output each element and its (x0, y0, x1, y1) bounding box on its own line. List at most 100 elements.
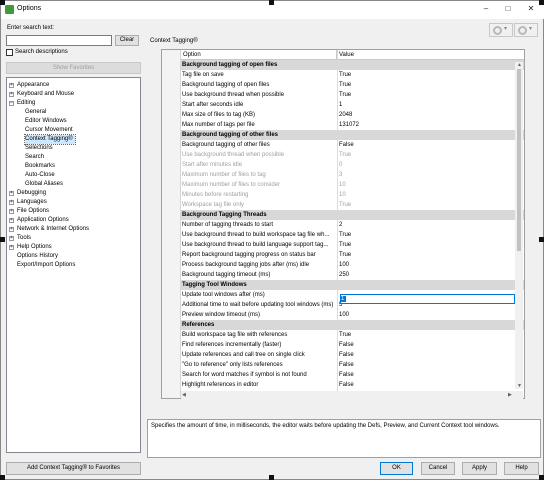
grid-row[interactable]: Search for word matches if symbol is not… (181, 370, 524, 380)
resize-handle[interactable] (0, 0, 5, 5)
scroll-up-arrow[interactable]: ▲ (517, 62, 522, 68)
option-value[interactable]: True (339, 150, 514, 160)
clear-button[interactable]: Clear (115, 35, 139, 46)
grid-row[interactable]: Start after seconds idle 1 (181, 100, 524, 110)
grid-row[interactable]: Minutes before restarting 10 (181, 190, 524, 200)
tree-item[interactable]: Search (25, 153, 44, 162)
option-value[interactable]: True (339, 250, 514, 260)
option-value[interactable]: True (339, 240, 514, 250)
options-tree[interactable]: + Appearance + Keyboard and Mouse – Editing Ge… (6, 77, 141, 453)
tree-item[interactable]: + Help Options (9, 243, 52, 252)
tree-item[interactable]: Context Tagging® (24, 134, 76, 145)
option-value[interactable]: True (339, 200, 514, 210)
minimize-button[interactable]: – (475, 2, 497, 16)
options-grid[interactable]: Option Value Background tagging of open … (161, 49, 525, 399)
tree-item[interactable]: + Keyboard and Mouse (9, 90, 74, 99)
grid-row[interactable]: Use background thread to build language … (181, 240, 524, 250)
tree-item[interactable]: Selections (25, 144, 53, 153)
tree-item[interactable]: + File Options (9, 207, 49, 216)
resize-handle[interactable] (539, 237, 544, 242)
grid-row[interactable]: Background tagging of other files False (181, 140, 524, 150)
grid-row[interactable]: Maximum number of files to consider 10 (181, 180, 524, 190)
expander-icon[interactable]: + (9, 227, 14, 232)
column-header-value[interactable]: Value (338, 50, 524, 60)
grid-row[interactable]: Max size of files to tag (KB) 2048 (181, 110, 524, 120)
settings-button[interactable]: ▾ (514, 23, 538, 37)
cancel-button[interactable]: Cancel (421, 462, 455, 475)
value-editor-input[interactable] (340, 294, 515, 304)
option-value[interactable]: 131072 (339, 120, 514, 130)
scroll-left-arrow[interactable]: ◀ (182, 392, 186, 398)
grid-row[interactable]: Tag file on save True (181, 70, 524, 80)
expander-icon[interactable]: + (9, 92, 14, 97)
tree-item[interactable]: Export/Import Options (9, 261, 75, 270)
resize-handle[interactable] (539, 475, 544, 480)
grid-row[interactable]: Background tagging of open files True (181, 80, 524, 90)
help-button[interactable]: Help (504, 462, 539, 475)
scroll-right-arrow[interactable]: ▶ (508, 392, 512, 398)
option-value[interactable]: 10 (339, 180, 514, 190)
grid-section-header[interactable]: Background tagging of open files (181, 60, 524, 70)
tree-item[interactable]: + Debugging (9, 189, 46, 198)
ok-button[interactable]: OK (380, 462, 413, 475)
tree-item[interactable]: Global Aliases (25, 180, 63, 189)
column-header-option[interactable]: Option (181, 50, 337, 60)
grid-row[interactable]: Update references and call tree on singl… (181, 350, 524, 360)
resize-handle[interactable] (0, 475, 5, 480)
resize-handle[interactable] (269, 0, 274, 5)
option-value[interactable]: True (339, 80, 514, 90)
option-value[interactable]: 3 (339, 170, 514, 180)
option-value[interactable]: False (339, 370, 514, 380)
tree-item[interactable]: General (25, 108, 46, 117)
apply-button[interactable]: Apply (462, 462, 497, 475)
grid-row[interactable]: Highlight references in editor False (181, 380, 524, 390)
option-value[interactable]: 100 (339, 260, 514, 270)
grid-row[interactable]: Process background tagging jobs after (m… (181, 260, 524, 270)
grid-row[interactable]: Report background tagging progress on st… (181, 250, 524, 260)
show-favorites-button[interactable]: Show Favorites (6, 62, 141, 74)
tree-item[interactable]: + Languages (9, 198, 47, 207)
grid-section-header[interactable]: Background tagging of other files (181, 130, 524, 140)
grid-row[interactable]: Background tagging timeout (ms) 250 (181, 270, 524, 280)
scroll-down-arrow[interactable]: ▼ (517, 383, 522, 389)
tree-item[interactable]: Options History (9, 252, 58, 261)
grid-row[interactable]: Build workspace tag file with references… (181, 330, 524, 340)
option-value[interactable]: False (339, 380, 514, 390)
resize-handle[interactable] (269, 475, 274, 480)
grid-section-header[interactable]: Background Tagging Threads (181, 210, 524, 220)
option-value[interactable]: False (339, 350, 514, 360)
tree-item[interactable]: + Network & Internet Options (9, 225, 89, 234)
grid-row[interactable]: Use background thread to build workspace… (181, 230, 524, 240)
option-value[interactable]: 2 (339, 220, 514, 230)
grid-row[interactable]: Use background thread when possible True (181, 90, 524, 100)
resize-handle[interactable] (0, 237, 5, 242)
grid-row[interactable]: Start after minutes idle 0 (181, 160, 524, 170)
grid-row[interactable]: Max number of tags per file 131072 (181, 120, 524, 130)
grid-row[interactable]: Number of tagging threads to start 2 (181, 220, 524, 230)
tree-item[interactable]: Bookmarks (25, 162, 55, 171)
expander-icon[interactable]: + (9, 236, 14, 241)
expander-icon[interactable]: + (9, 218, 14, 223)
tree-item[interactable]: Auto-Close (25, 171, 55, 180)
option-value[interactable]: 250 (339, 270, 514, 280)
expander-icon[interactable]: + (9, 83, 14, 88)
grid-row[interactable]: Find references incrementally (faster) Fa… (181, 340, 524, 350)
horizontal-scrollbar[interactable] (181, 391, 523, 399)
grid-row[interactable]: Preview window timeout (ms) 100 (181, 310, 524, 320)
grid-row[interactable]: Use background thread when possible True (181, 150, 524, 160)
back-button[interactable]: ▾ (489, 23, 513, 37)
tree-item[interactable]: + Tools (9, 234, 31, 243)
expander-icon[interactable]: + (9, 209, 14, 214)
maximize-button[interactable]: □ (497, 2, 519, 16)
vertical-scroll-thumb[interactable] (517, 69, 521, 251)
search-descriptions-checkbox[interactable] (6, 49, 13, 56)
grid-row[interactable]: "Go to reference" only lists references F… (181, 360, 524, 370)
option-value[interactable]: True (339, 230, 514, 240)
resize-handle[interactable] (539, 0, 544, 5)
option-value[interactable]: False (339, 360, 514, 370)
grid-row[interactable]: Maximum number of files to tag 3 (181, 170, 524, 180)
option-value[interactable]: 0 (339, 160, 514, 170)
tree-item[interactable]: – Editing (9, 99, 35, 108)
add-to-favorites-button[interactable]: Add Context Tagging® to Favorites (6, 462, 141, 475)
expander-icon[interactable]: + (9, 200, 14, 205)
